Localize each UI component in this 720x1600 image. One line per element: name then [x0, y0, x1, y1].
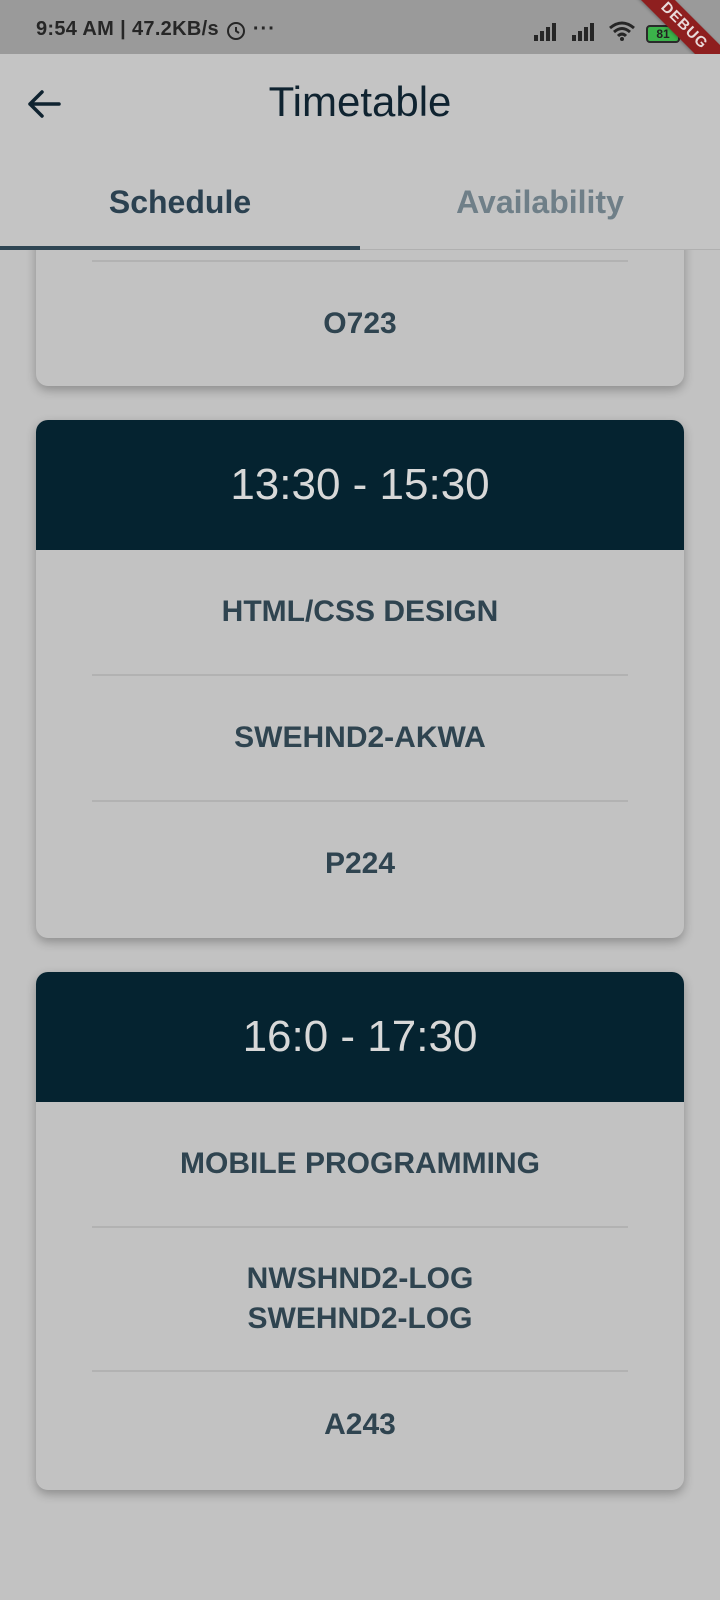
room-label: P224 [324, 847, 396, 880]
bottom-area [0, 1540, 720, 1600]
time-slot-header: 13:30 - 15:30 [36, 420, 684, 550]
wifi-icon [608, 20, 636, 47]
group-list: NWSHND2-LOG SWEHND2-LOG [36, 1228, 684, 1370]
group-label: NWSHND2-LOG [246, 1262, 474, 1295]
group-label: SWEHND2-LOG [247, 1302, 473, 1335]
schedule-card: 16:0 - 17:30 MOBILE PROGRAMMING NWSHND2-… [36, 972, 684, 1490]
alarm-icon [225, 19, 247, 41]
app-bar: Timetable [0, 54, 720, 162]
group-label: SWEHND2-AKWA [234, 721, 486, 754]
status-bar: 9:54 AM | 47.2KB/s ··· 81 DEBUG [0, 0, 720, 84]
tab-schedule[interactable]: Schedule [0, 162, 360, 250]
status-time: 9:54 AM [36, 18, 115, 40]
signal-icon-2 [570, 21, 598, 46]
status-right: 81 [532, 20, 683, 47]
room-label: A243 [324, 1408, 396, 1441]
schedule-card: O723 [36, 250, 684, 386]
network-speed: 47.2KB/s [131, 18, 219, 40]
schedule-list[interactable]: O723 13:30 - 15:30 HTML/CSS DESIGN SWEHN… [0, 250, 720, 1540]
room-label: O723 [323, 307, 397, 340]
signal-icon [532, 21, 560, 46]
more-notifications-icon: ··· [252, 18, 276, 40]
page-title: Timetable [268, 78, 452, 125]
status-separator: | [120, 18, 126, 40]
card-spacer [36, 250, 684, 260]
schedule-card: 13:30 - 15:30 HTML/CSS DESIGN SWEHND2-AK… [36, 420, 684, 938]
course-label: MOBILE PROGRAMMING [180, 1147, 540, 1180]
tab-bar: Schedule Availability [0, 162, 720, 250]
time-slot-header: 16:0 - 17:30 [36, 972, 684, 1102]
course-label: HTML/CSS DESIGN [221, 595, 499, 628]
tab-availability[interactable]: Availability [360, 162, 720, 250]
status-left: 9:54 AM | 47.2KB/s ··· [36, 18, 276, 41]
